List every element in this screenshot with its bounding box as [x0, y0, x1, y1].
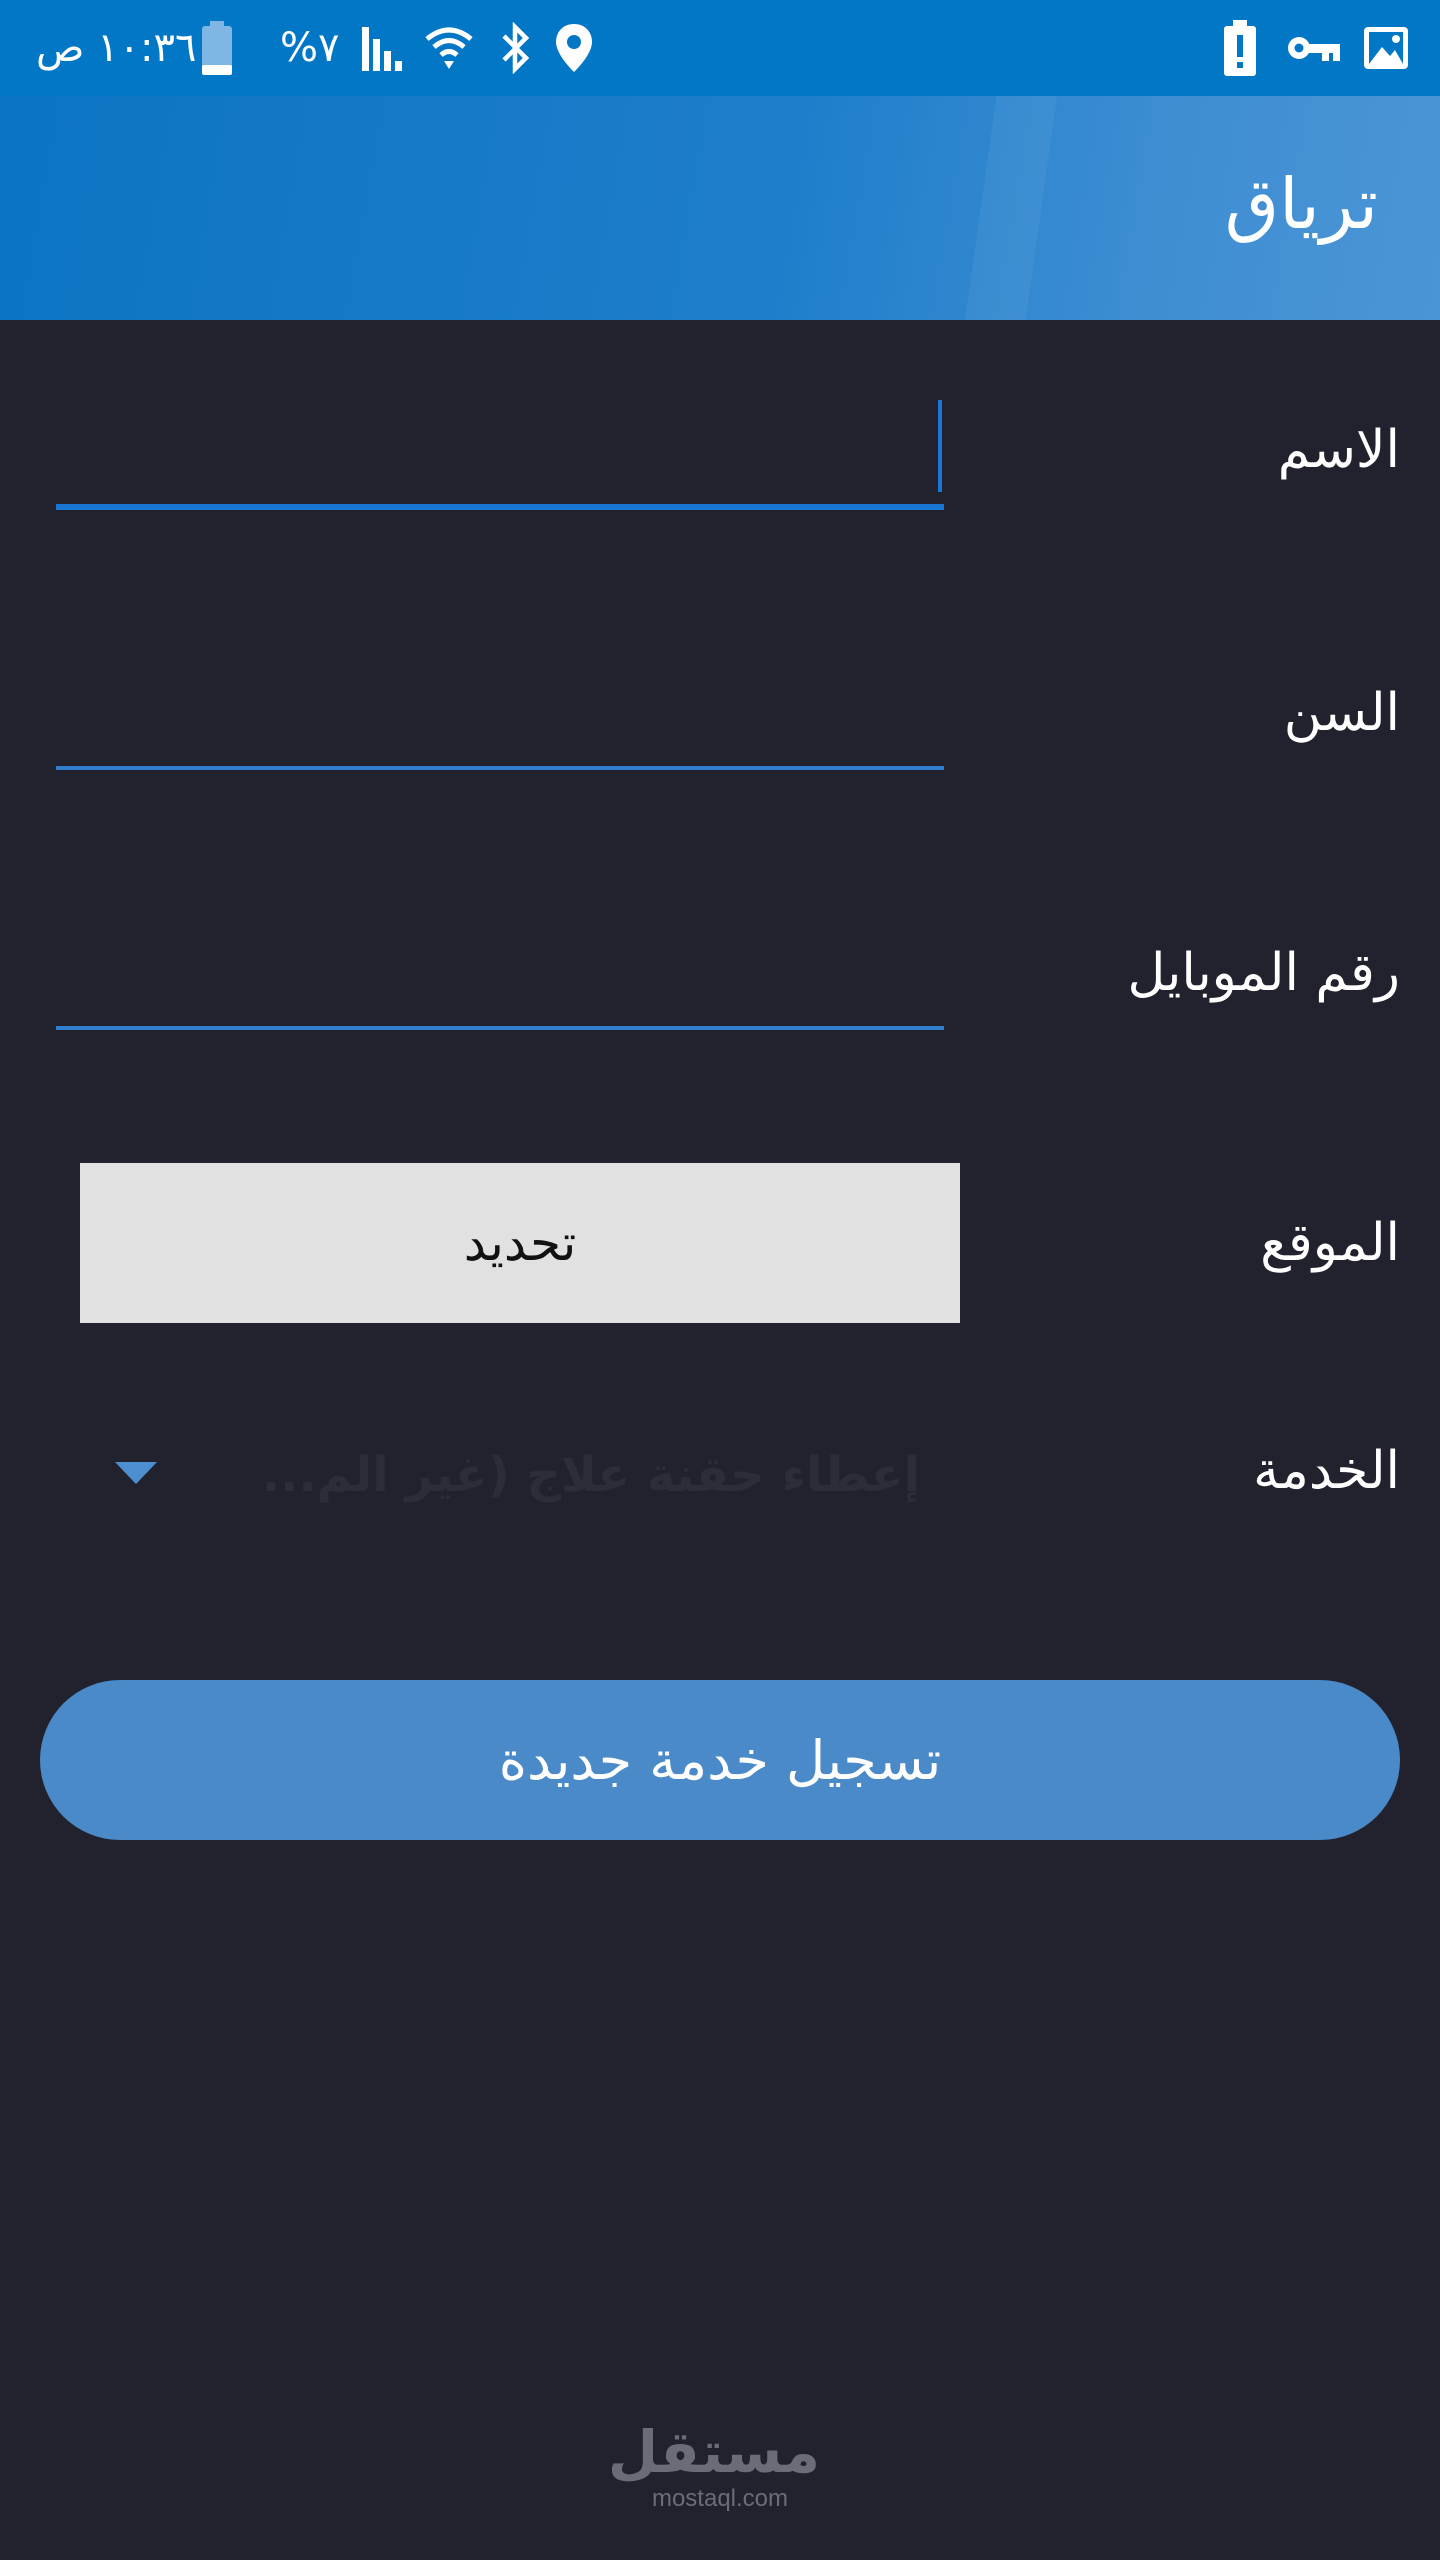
service-dropdown[interactable]: إعطاء حقنة علاج (غير الم...: [90, 1430, 950, 1520]
service-label: الخدمة: [1253, 1441, 1400, 1501]
status-bar: ١٠:٣٦ ص %٧: [0, 0, 1440, 96]
status-time: ١٠:٣٦ ص: [36, 25, 197, 71]
location-select-button[interactable]: تحديد: [80, 1163, 960, 1323]
image-icon: [1362, 0, 1410, 96]
name-label: الاسم: [1277, 420, 1400, 480]
bluetooth-icon: [496, 0, 536, 96]
signal-icon: [358, 0, 410, 96]
age-label: السن: [1283, 683, 1400, 743]
dropdown-arrow-icon: [115, 1462, 157, 1484]
watermark-latin: mostaql.com: [651, 2485, 789, 2512]
battery-percent: %٧: [280, 25, 340, 71]
app-bar-sheen: [958, 96, 1062, 320]
app-bar: ترياق: [0, 96, 1440, 320]
location-label: الموقع: [1260, 1213, 1400, 1273]
app-title: ترياق: [1224, 163, 1378, 245]
name-input[interactable]: [56, 400, 944, 510]
text-caret: [938, 400, 942, 492]
watermark-logo: مستقل mostaql.com: [607, 2418, 820, 2514]
register-service-button[interactable]: تسجيل خدمة جديدة: [40, 1680, 1400, 1840]
mobile-input[interactable]: [56, 920, 944, 1030]
age-input[interactable]: [56, 660, 944, 770]
service-selected-value: إعطاء حقنة علاج (غير الم...: [261, 1447, 920, 1503]
location-icon: [554, 0, 594, 96]
battery-alert-icon: [1222, 0, 1258, 96]
vpn-key-icon: [1286, 0, 1342, 96]
battery-icon: [200, 0, 234, 96]
wifi-icon: [424, 0, 474, 96]
watermark-arabic: مستقل: [607, 2418, 820, 2486]
mobile-label: رقم الموبايل: [1127, 943, 1401, 1003]
